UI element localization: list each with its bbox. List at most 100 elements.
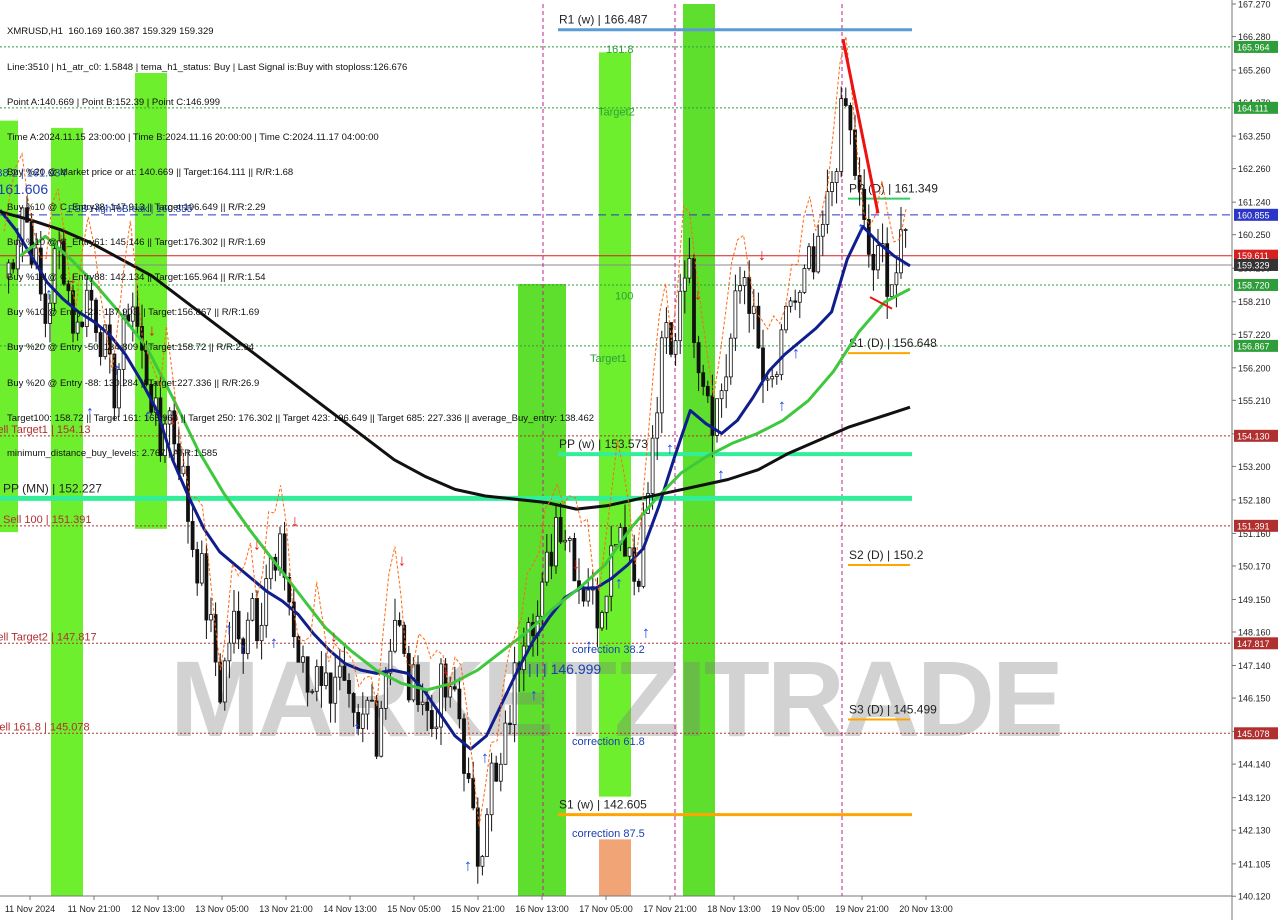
candle-body xyxy=(682,277,687,292)
chart-label: 100 xyxy=(615,290,633,302)
price-tick-label: 140.120 xyxy=(1238,892,1271,902)
candle-body xyxy=(236,610,241,640)
info-line: Buy %20 @ Entry -50: 134.809 || Target:1… xyxy=(7,342,254,354)
candle-body xyxy=(199,553,204,584)
buy-arrow-icon: ↑ xyxy=(464,858,472,875)
chart-label: correction 38.2 xyxy=(572,644,645,656)
candle-body xyxy=(434,726,439,730)
candle-body xyxy=(190,521,195,550)
candle-body xyxy=(259,624,264,642)
sell-arrow-icon: ↓ xyxy=(442,661,450,678)
candle-body xyxy=(664,322,669,339)
info-line: Buy %20 @ Entry -88: 130.284 || Target:2… xyxy=(7,377,260,389)
time-tick-label: 13 Nov 21:00 xyxy=(259,904,313,914)
candle-body xyxy=(903,229,908,231)
price-badge-label: 164.111 xyxy=(1237,103,1268,113)
candle-body xyxy=(595,586,600,629)
candle-body xyxy=(393,620,397,652)
time-tick-label: 11 Nov 2024 xyxy=(5,904,55,914)
candle-body xyxy=(738,285,742,292)
candle-body xyxy=(733,290,738,339)
candle-body xyxy=(765,378,770,381)
price-tick-label: 144.140 xyxy=(1238,760,1271,770)
time-tick-label: 12 Nov 13:00 xyxy=(131,904,185,914)
candle-body xyxy=(742,277,747,287)
time-tick-label: 17 Nov 21:00 xyxy=(643,904,697,914)
buy-arrow-icon: ↑ xyxy=(481,749,489,766)
info-line: Line:3510 | h1_atr_c0: 1.5848 | tema_h1_… xyxy=(7,61,408,73)
candle-body xyxy=(204,553,209,621)
info-line: Buy %20 @ Market price or at: 140.669 ||… xyxy=(7,166,294,178)
candle-body xyxy=(728,337,733,378)
candle-body xyxy=(696,342,701,374)
buy-arrow-icon: ↑ xyxy=(239,641,247,658)
buy-arrow-icon: ↑ xyxy=(778,398,786,415)
sell-arrow-icon: ↓ xyxy=(330,628,338,645)
candle-body xyxy=(678,290,683,342)
candle-body xyxy=(264,578,269,626)
candle-body xyxy=(365,699,370,715)
buy-arrow-icon: ↑ xyxy=(666,440,674,457)
candle-body xyxy=(604,595,609,613)
candle-body xyxy=(563,539,568,543)
candle-body xyxy=(632,547,637,582)
indicator-info-panel: XMRUSD,H1 160.169 160.387 159.329 159.32… xyxy=(7,3,594,483)
chart-label: correction 61.8 xyxy=(572,736,645,748)
candle-body xyxy=(337,665,342,678)
candle-body xyxy=(333,676,338,704)
candle-body xyxy=(724,376,729,392)
candle-body xyxy=(250,598,255,621)
candle-body xyxy=(719,390,724,400)
info-line: Buy %10 @ C_Entry88: 142.134 || Target:1… xyxy=(7,272,266,284)
candle-body xyxy=(360,713,365,729)
candle-body xyxy=(351,693,356,713)
time-tick-label: 14 Nov 13:00 xyxy=(323,904,377,914)
price-tick-label: 147.140 xyxy=(1238,661,1271,671)
candle-body xyxy=(839,98,844,172)
price-tick-label: 146.150 xyxy=(1238,694,1271,704)
info-line: Point A:140.669 | Point B:152.39 | Point… xyxy=(7,96,221,108)
price-badge-label: 160.855 xyxy=(1237,210,1270,220)
pivot-label: S3 (D) | 145.499 xyxy=(849,702,937,716)
info-line: minimum_distance_buy_levels: 2.767 | ATR… xyxy=(7,447,218,459)
candle-body xyxy=(544,551,549,583)
buy-arrow-icon: ↑ xyxy=(530,687,538,704)
buy-arrow-icon: ↑ xyxy=(642,624,650,641)
sell-arrow-icon: ↓ xyxy=(291,513,299,530)
sell-arrow-icon: ↓ xyxy=(572,556,580,573)
price-tick-label: 158.210 xyxy=(1238,297,1271,307)
sell-arrow-icon: ↓ xyxy=(758,247,766,264)
candle-body xyxy=(797,291,802,303)
info-line: Time A:2024.11.15 23:00:00 | Time B:2024… xyxy=(7,131,379,143)
time-tick-label: 18 Nov 13:00 xyxy=(707,904,761,914)
candle-body xyxy=(374,700,379,757)
price-tick-label: 163.250 xyxy=(1238,132,1271,142)
sell-arrow-icon: ↓ xyxy=(694,286,702,303)
price-tick-label: 155.210 xyxy=(1238,396,1271,406)
sell-arrow-icon: ↓ xyxy=(253,536,261,553)
candle-body xyxy=(655,412,660,439)
price-badge-label: 165.964 xyxy=(1237,42,1270,52)
chart-root: MARKETZITRADE R1 (w) | 166.487 PP (w) | 15… xyxy=(0,0,1280,920)
candle-body xyxy=(774,374,779,377)
candle-body xyxy=(820,223,825,237)
candle-body xyxy=(807,246,811,269)
candle-body xyxy=(466,773,471,779)
price-tick-label: 160.250 xyxy=(1238,230,1271,240)
candle-body xyxy=(876,245,880,271)
buy-arrow-icon: ↑ xyxy=(270,634,278,651)
candle-body xyxy=(503,722,508,765)
candle-body xyxy=(770,376,775,380)
session-band xyxy=(683,4,715,896)
candle-body xyxy=(811,246,816,273)
candle-body xyxy=(452,686,457,690)
candle-body xyxy=(494,762,499,782)
buy-arrow-icon: ↑ xyxy=(615,575,623,592)
candle-body xyxy=(830,182,834,192)
price-tick-label: 141.105 xyxy=(1238,859,1271,869)
candle-body xyxy=(301,656,305,663)
candle-body xyxy=(581,589,586,602)
candle-body xyxy=(627,547,632,557)
candle-body xyxy=(314,666,319,692)
pivot-label: S1 (D) | 156.648 xyxy=(849,336,937,350)
